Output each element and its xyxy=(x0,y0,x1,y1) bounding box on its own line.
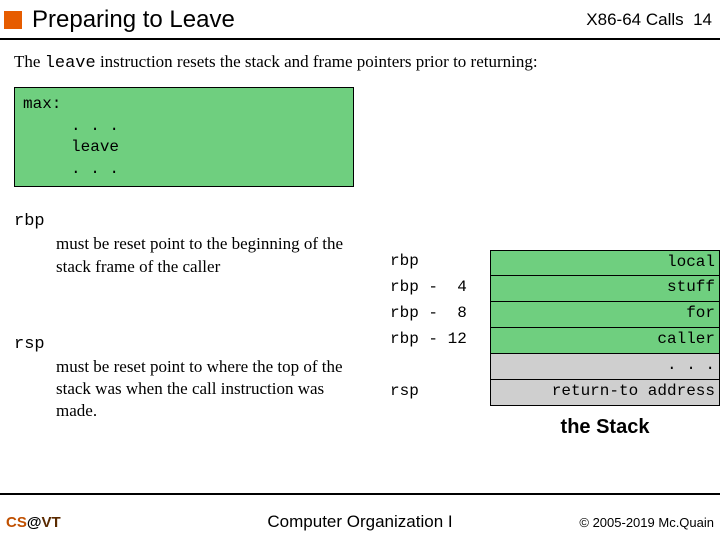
stack-row: rbplocal xyxy=(390,250,720,276)
rsp-register: rsp xyxy=(14,335,45,354)
footer-cs: CS xyxy=(6,514,27,531)
rsp-paragraph: rsp must be reset point to where the top… xyxy=(14,332,344,422)
slide-topic-pagenum: X86-64 Calls 14 xyxy=(586,10,712,30)
stack-cell: . . . xyxy=(490,354,720,380)
intro-code: leave xyxy=(45,54,96,73)
intro-post: instruction resets the stack and frame p… xyxy=(96,52,538,71)
stack-offset-label: rbp - 8 xyxy=(390,302,490,328)
stack-cell: local xyxy=(490,250,720,276)
stack-cell: stuff xyxy=(490,276,720,302)
rsp-text: must be reset point to where the top of … xyxy=(14,356,344,422)
stack-row: rbp - 8for xyxy=(390,302,720,328)
stack-offset-label: rbp - 4 xyxy=(390,276,490,302)
slide-pagenum: 14 xyxy=(693,10,712,29)
code-block: max: . . . leave . . . xyxy=(14,87,354,187)
rbp-text: must be reset point to the beginning of … xyxy=(14,233,344,277)
header-bullet-icon xyxy=(4,11,22,29)
stack-offset-label xyxy=(390,354,490,380)
footer-vt: VT xyxy=(41,514,60,531)
footer-right: © 2005-2019 Mc.Quain xyxy=(579,515,714,530)
slide-footer: CS@VT Computer Organization I © 2005-201… xyxy=(0,504,720,540)
stack-diagram: rbplocalrbp - 4stuffrbp - 8forrbp - 12ca… xyxy=(390,250,720,439)
rbp-register: rbp xyxy=(14,212,45,231)
stack-row: . . . xyxy=(390,354,720,380)
stack-cell: for xyxy=(490,302,720,328)
intro-text: The leave instruction resets the stack a… xyxy=(14,52,706,73)
slide-topic: X86-64 Calls xyxy=(586,10,683,29)
stack-cell: caller xyxy=(490,328,720,354)
rbp-paragraph: rbp must be reset point to the beginning… xyxy=(14,209,344,277)
slide-title: Preparing to Leave xyxy=(32,6,586,34)
stack-offset-label: rsp xyxy=(390,380,490,406)
footer-at: @ xyxy=(27,514,42,531)
slide-header: Preparing to Leave X86-64 Calls 14 xyxy=(0,0,720,40)
stack-row: rspreturn-to address xyxy=(390,380,720,406)
stack-row: rbp - 4stuff xyxy=(390,276,720,302)
stack-caption: the Stack xyxy=(390,416,720,439)
stack-row: rbp - 12caller xyxy=(390,328,720,354)
stack-offset-label: rbp xyxy=(390,250,490,276)
stack-cell: return-to address xyxy=(490,380,720,406)
stack-offset-label: rbp - 12 xyxy=(390,328,490,354)
intro-pre: The xyxy=(14,52,45,71)
footer-left: CS@VT xyxy=(6,514,61,531)
slide-body: The leave instruction resets the stack a… xyxy=(0,40,720,495)
